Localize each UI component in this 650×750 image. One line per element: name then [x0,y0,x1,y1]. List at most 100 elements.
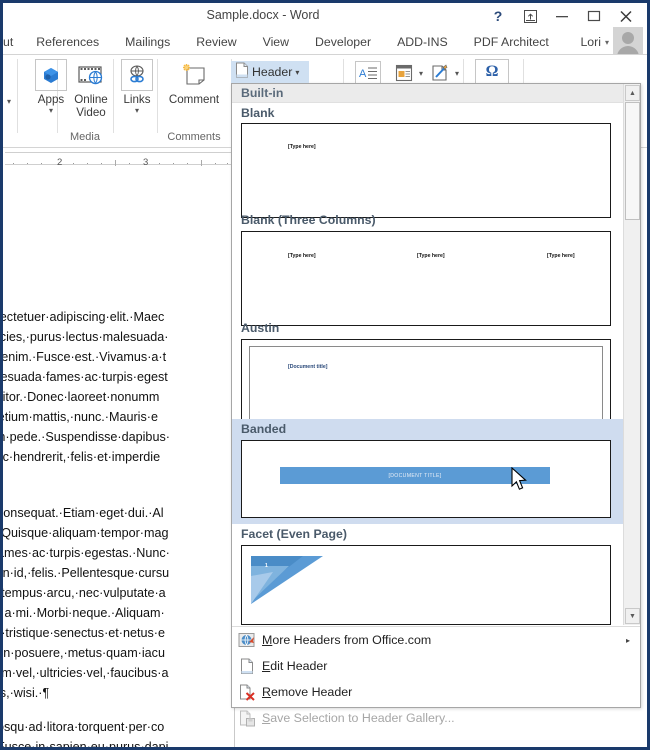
menu-item-label: More Headers from Office.com [262,633,432,647]
chevron-down-icon[interactable]: ▾ [7,97,11,106]
document-line: nsequat·consequat.·Etiam·eget·dui.·Al [3,506,164,520]
placeholder-text: [Type here] [288,253,316,259]
gallery-scrollbar[interactable]: ▲ ▼ [623,84,640,625]
facet-triangle-icon [251,556,323,604]
scroll-down-button[interactable]: ▼ [625,608,640,624]
menu-edit-header[interactable]: Edit Header [232,653,640,679]
account-area[interactable]: Lori ▾ [580,27,643,57]
page-icon [232,653,262,679]
restore-button[interactable] [579,4,609,28]
gallery-section-header: Built-in [232,84,624,103]
scrollbar-thumb[interactable] [625,102,640,220]
chevron-down-icon: ▾ [295,67,300,77]
page-delete-icon [232,679,262,705]
gallery-item-label: Austin [241,321,280,335]
tab-developer[interactable]: Developer [302,29,384,55]
document-line: mpus·quis,·wisi.·¶ [3,686,50,700]
submenu-arrow-icon: ▸ [625,635,630,645]
group-label-media: Media [70,131,100,143]
banded-accent-band: [DOCUMENT TITLE] [280,467,550,484]
quick-parts-icon [391,61,417,85]
tab-references[interactable]: References [23,29,112,55]
gallery-item-facet-even-page[interactable]: Facet (Even Page) 1 [232,524,624,626]
gallery-section-header-label: Built-in [241,86,284,100]
placeholder-text: [DOCUMENT TITLE] [388,472,442,479]
tab-pdf-architect[interactable]: PDF Architect [461,29,562,55]
signature-line-icon [427,61,453,85]
minimize-button[interactable] [547,4,577,28]
header-button[interactable]: Header ▾ [231,61,309,83]
tab-layout[interactable]: ut [3,29,23,55]
gallery-command-menu: More Headers from Office.com ▸ Edit Head… [232,626,640,726]
menu-item-label: Edit Header [262,659,328,673]
avatar[interactable] [613,27,643,57]
gallery-thumbnail-facet: 1 [241,545,611,625]
placeholder-text: [Type here] [288,144,316,150]
text-box-icon: A [355,61,381,85]
placeholder-text: [Type here] [417,253,445,259]
office-globe-icon [232,627,262,653]
chevron-down-icon: ▾ [419,68,424,78]
document-line: ant·morbi·tristique·senectus·et·netus·e [3,626,165,640]
online-video-button-label: Online Video [74,93,108,119]
gallery-scroll-port: Built-in Blank [Type here] Blank (Three … [232,84,624,626]
chevron-down-icon: ▾ [604,37,609,47]
document-line: n.·In·porttitor.·Donec·laoreet·nonumm [3,390,160,404]
account-name: Lori [580,35,601,49]
document-canvas[interactable]: net,·consectetuer·adipiscing·elit.·Maec v… [3,167,235,747]
text-box-button[interactable]: A [355,61,381,85]
header-button-label: Header [252,65,293,79]
page-save-icon [232,705,262,731]
online-video-icon [75,59,107,91]
menu-remove-header[interactable]: Remove Header [232,679,640,705]
chevron-down-icon: ▾ [48,106,53,115]
scroll-up-button[interactable]: ▲ [625,85,640,101]
document-line: c·augue.·Quisque·aliquam·tempor·mag [3,526,169,540]
gallery-thumbnail-three-columns: [Type here] [Type here] [Type here] [241,231,611,326]
document-page: net,·consectetuer·adipiscing·elit.·Maec v… [3,167,235,747]
links-icon [121,59,153,91]
gallery-thumbnail-blank: [Type here] [241,123,611,218]
signature-line-button[interactable]: ▾ [427,61,459,85]
gallery-item-austin[interactable]: Austin [Document title] [232,318,624,429]
links-button-label: Links [123,93,151,106]
menu-save-selection-to-header-gallery: Save Selection to Header Gallery... [232,705,640,731]
gallery-thumbnail-banded: [DOCUMENT TITLE] [241,440,611,518]
document-line: pien.·¶ [3,467,235,488]
gallery-item-label: Facet (Even Page) [241,527,347,541]
tab-review[interactable]: Review [183,29,249,55]
window-title: Sample.docx - Word [206,8,320,22]
online-video-button[interactable]: Online Video [63,59,119,119]
tab-mailings[interactable]: Mailings [112,29,183,55]
gallery-thumbnail-austin: [Document title] [241,339,611,429]
ribbon-display-options-button[interactable] [515,4,545,28]
help-button[interactable]: ? [483,4,513,28]
menu-more-headers-from-office[interactable]: More Headers from Office.com ▸ [232,627,640,653]
horizontal-ruler[interactable]: 2 3 [3,149,235,168]
document-line: mperdiet·enim.·Fusce·est.·Vivamus·a·t [3,350,167,364]
gallery-item-banded[interactable]: Banded [DOCUMENT TITLE] [232,419,624,524]
comment-icon [178,59,210,91]
quick-parts-button[interactable]: ▾ [391,61,423,85]
placeholder-text: [Type here] [547,253,575,259]
document-line: aciti·sociosqu·ad·litora·torquent·per·co [3,720,165,734]
document-line: lla·eros.·Fusce·in·sapien·eu·purus·dapi [3,740,169,747]
document-line: ·pede·non·pede.·Suspendisse·dapibus· [3,430,170,444]
comment-button[interactable]: Comment [161,59,227,106]
menu-item-label: Save Selection to Header Gallery... [262,711,455,725]
tab-add-ins[interactable]: ADD-INS [384,29,461,55]
divider [157,59,158,133]
document-line: net,·consectetuer·adipiscing·elit.·Maec [3,310,165,324]
gallery-item-blank-three-columns[interactable]: Blank (Three Columns) [Type here] [Type … [232,210,624,326]
placeholder-text: [Document title] [288,364,328,370]
links-button[interactable]: Links ▾ [117,59,157,115]
gallery-item-blank[interactable]: Blank [Type here] [232,103,624,218]
page-number-text: 1 [265,563,268,569]
symbol-button[interactable]: Ω [475,59,509,85]
apps-button-label: Apps [37,93,65,106]
gallery-item-label: Blank (Three Columns) [241,213,376,227]
tab-view[interactable]: View [250,29,302,55]
close-button[interactable] [611,4,641,28]
document-line: us·et·malesuada·fames·ac·turpis·egest [3,370,168,384]
document-line: a,·interdum·vel,·ultricies·vel,·faucibus… [3,666,169,680]
